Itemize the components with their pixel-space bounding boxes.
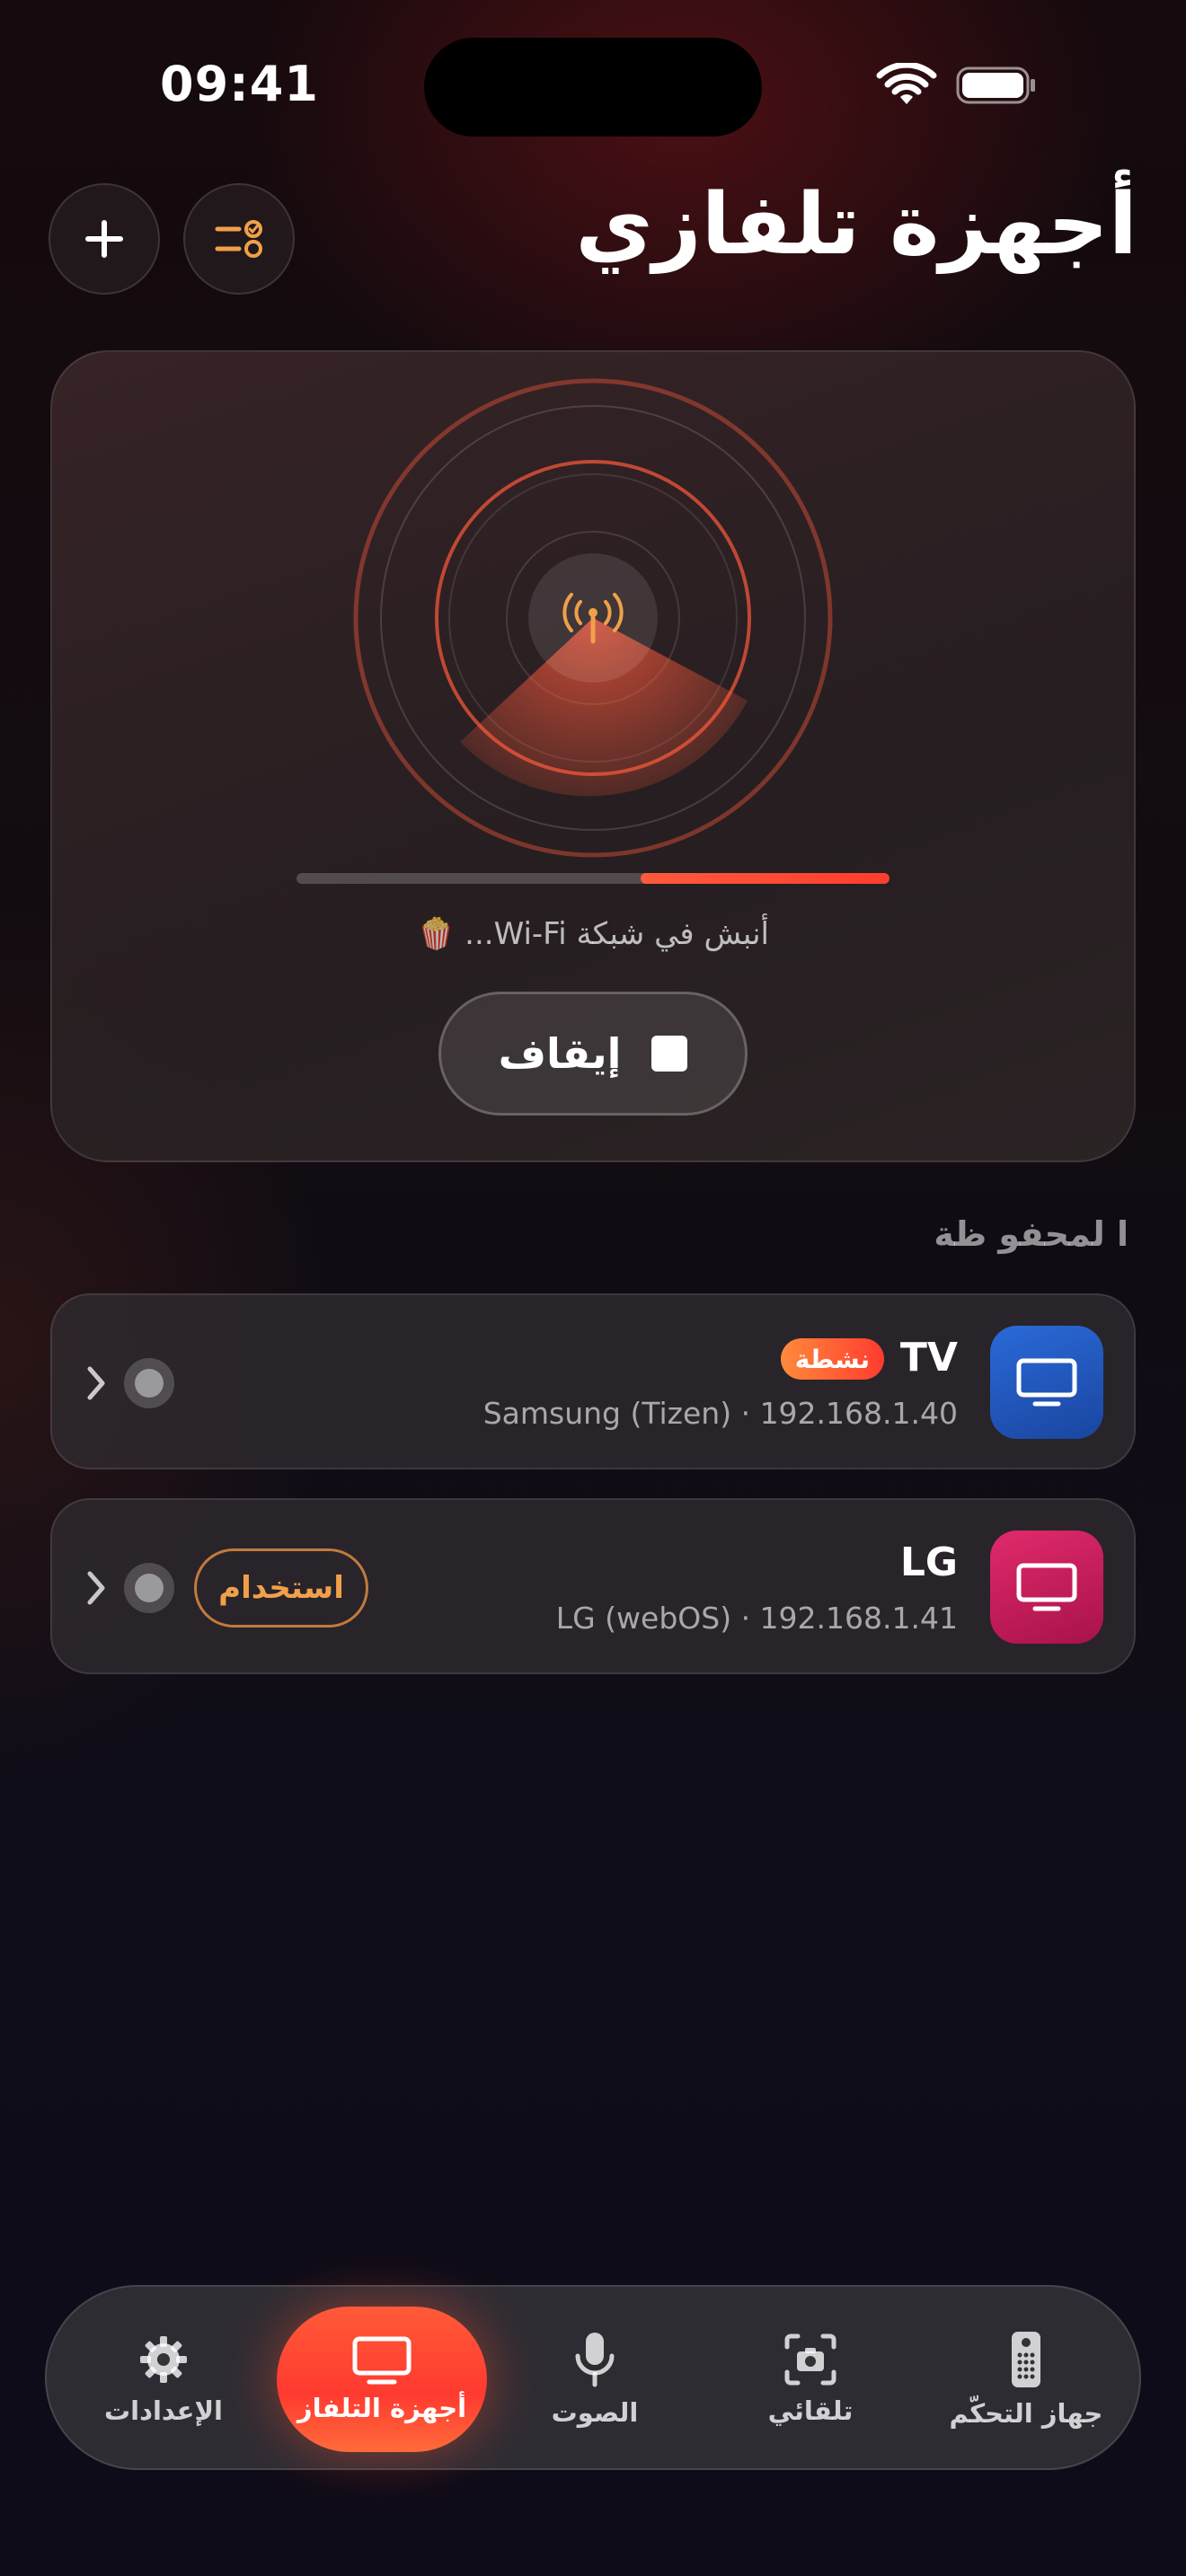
radar-scanner [353, 378, 833, 858]
device-name: TV [899, 1335, 958, 1381]
add-tv-button[interactable] [49, 183, 160, 295]
tab-label: أجهزة التلفاز [296, 2393, 467, 2423]
scan-progress-bar [296, 873, 890, 884]
chevron-right-icon[interactable] [83, 1566, 110, 1610]
plus-icon [85, 220, 123, 258]
page-title: أجهزة تلفازي [575, 176, 1137, 274]
tab-bar: الإعدادات أجهزة التلفاز الصوت تلقائي جها… [45, 2285, 1141, 2470]
tv-icon [1016, 1358, 1077, 1407]
tab-label: جهاز التحكّم [949, 2398, 1103, 2429]
battery-icon [956, 66, 1035, 104]
device-row-lg[interactable]: LG LG (webOS) · 192.168.1.41 استخدام [50, 1498, 1136, 1674]
stop-icon [651, 1036, 688, 1072]
stop-scan-button[interactable]: إيقاف [438, 992, 748, 1116]
device-name: LG [899, 1539, 958, 1585]
saved-section-title: ا لمحفو ظة [934, 1214, 1128, 1254]
device-row-tv[interactable]: TV نشطة Samsung (Tizen) · 192.168.1.40 [50, 1293, 1136, 1469]
tab-settings[interactable]: الإعدادات [74, 2287, 253, 2472]
tv-icon [352, 2336, 412, 2385]
tab-voice[interactable]: الصوت [514, 2287, 676, 2472]
filter-check-icon [215, 220, 262, 258]
tab-remote[interactable]: جهاز التحكّم [936, 2287, 1116, 2472]
scan-status-text: أنبش في شبكة Wi-Fi... 🍿 [417, 916, 769, 952]
status-time: 09:41 [160, 56, 319, 112]
scan-progress-fill [640, 873, 890, 884]
stop-label: إيقاف [498, 1029, 622, 1078]
device-meta: LG (webOS) · 192.168.1.41 [555, 1601, 958, 1636]
tab-auto[interactable]: تلقائي [730, 2287, 891, 2472]
device-icon [990, 1531, 1103, 1644]
chevron-right-icon[interactable] [83, 1362, 110, 1405]
active-badge: نشطة [780, 1338, 884, 1380]
tab-label: تلقائي [767, 2395, 854, 2426]
device-icon [990, 1326, 1103, 1439]
tv-icon [1016, 1563, 1077, 1611]
use-device-button[interactable]: استخدام [194, 1548, 368, 1628]
gear-icon [140, 2336, 187, 2383]
microphone-icon [575, 2333, 615, 2387]
filter-button[interactable] [183, 183, 295, 295]
device-select-radio[interactable] [124, 1358, 174, 1408]
tab-tvs[interactable]: أجهزة التلفاز [277, 2307, 487, 2452]
device-meta: Samsung (Tizen) · 192.168.1.40 [482, 1396, 958, 1431]
camera-scan-icon [784, 2333, 836, 2386]
device-select-radio[interactable] [124, 1563, 174, 1613]
wifi-icon [876, 63, 937, 104]
tab-label: الإعدادات [103, 2395, 223, 2426]
dynamic-island [424, 38, 762, 137]
remote-icon [1012, 2332, 1040, 2387]
tab-label: الصوت [551, 2397, 639, 2428]
